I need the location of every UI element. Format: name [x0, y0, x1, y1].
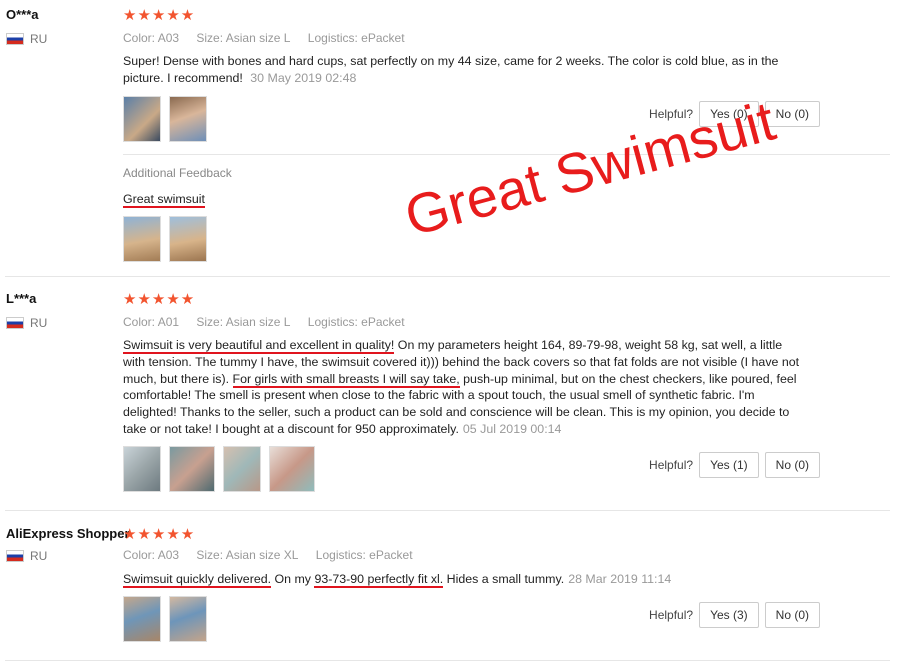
logistics-value: ePacket	[361, 315, 405, 329]
color-label: Color:	[123, 31, 156, 45]
reviewer-name: AliExpress Shopper	[6, 526, 130, 541]
helpful-no-button[interactable]: No (0)	[764, 452, 820, 478]
reviewer-name: O***a	[6, 7, 39, 22]
review-photos	[123, 446, 315, 492]
review-photo[interactable]	[169, 216, 207, 262]
review-highlight: For girls with small breasts I will say …	[232, 371, 460, 388]
russia-flag-icon	[6, 33, 24, 45]
logistics-label: Logistics:	[307, 315, 358, 329]
rating-stars: ★★★★★	[123, 7, 196, 24]
overlay-caption: Great Swimsuit	[398, 88, 782, 248]
divider	[5, 276, 890, 277]
order-meta: Color: A03 Size: Asian size L Logistics:…	[123, 31, 419, 45]
review-text: Swimsuit quickly delivered. On my 93-73-…	[123, 571, 803, 588]
review-photo[interactable]	[169, 96, 207, 142]
color-value: A01	[157, 315, 180, 329]
helpful-controls: Helpful? Yes (3) No (0)	[649, 602, 820, 628]
helpful-label: Helpful?	[649, 458, 694, 472]
review-photo[interactable]	[123, 596, 161, 642]
review-date: 30 May 2019 02:48	[250, 70, 357, 85]
helpful-yes-button[interactable]: Yes (1)	[699, 452, 759, 478]
logistics-value: ePacket	[361, 31, 405, 45]
divider	[123, 154, 890, 155]
review-photo[interactable]	[269, 446, 315, 492]
logistics-value: ePacket	[369, 548, 413, 562]
rating-stars: ★★★★★	[123, 291, 196, 308]
helpful-label: Helpful?	[649, 608, 694, 622]
size-label: Size:	[196, 548, 224, 562]
helpful-yes-button[interactable]: Yes (3)	[699, 602, 759, 628]
review-photo[interactable]	[169, 446, 215, 492]
review-body: Hides a small tummy.	[443, 572, 565, 586]
additional-feedback-body: Great swimsuit	[123, 192, 205, 208]
review-date: 05 Jul 2019 00:14	[462, 421, 562, 436]
russia-flag-icon	[6, 317, 24, 329]
review-text: Swimsuit is very beautiful and excellent…	[123, 337, 803, 438]
review-photo[interactable]	[223, 446, 261, 492]
review-photos	[123, 596, 207, 642]
order-meta: Color: A03 Size: Asian size XL Logistics…	[123, 548, 427, 562]
review-photo[interactable]	[123, 446, 161, 492]
logistics-label: Logistics:	[315, 548, 366, 562]
country-code: RU	[30, 549, 48, 563]
color-label: Color:	[123, 548, 156, 562]
review-photo[interactable]	[123, 96, 161, 142]
review-body: Super! Dense with bones and hard cups, s…	[123, 54, 779, 85]
divider	[5, 660, 890, 661]
reviewer-country: RU	[6, 549, 47, 563]
size-value: Asian size XL	[225, 548, 299, 562]
logistics-label: Logistics:	[307, 31, 358, 45]
helpful-no-button[interactable]: No (0)	[764, 602, 820, 628]
review-photos	[123, 96, 207, 142]
country-code: RU	[30, 32, 48, 46]
review-body: On my	[271, 572, 315, 586]
color-value: A03	[157, 548, 180, 562]
review-date: 28 Mar 2019 11:14	[568, 572, 672, 586]
russia-flag-icon	[6, 550, 24, 562]
order-meta: Color: A01 Size: Asian size L Logistics:…	[123, 315, 419, 329]
size-label: Size:	[196, 31, 224, 45]
reviewer-country: RU	[6, 316, 47, 330]
reviewer-country: RU	[6, 32, 47, 46]
review-photo[interactable]	[123, 216, 161, 262]
size-value: Asian size L	[225, 31, 291, 45]
review-highlight: Swimsuit quickly delivered.	[123, 572, 272, 588]
divider	[5, 510, 890, 511]
review-text: Super! Dense with bones and hard cups, s…	[123, 53, 803, 87]
review-photo[interactable]	[169, 596, 207, 642]
reviewer-name: L***a	[6, 291, 37, 306]
rating-stars: ★★★★★	[123, 526, 196, 543]
additional-feedback-title: Additional Feedback	[123, 166, 232, 180]
helpful-controls: Helpful? Yes (1) No (0)	[649, 452, 820, 478]
color-label: Color:	[123, 315, 156, 329]
size-label: Size:	[196, 315, 224, 329]
size-value: Asian size L	[225, 315, 291, 329]
review-highlight: Swimsuit is very beautiful and excellent…	[123, 338, 395, 354]
color-value: A03	[157, 31, 180, 45]
review-highlight: 93-73-90 perfectly fit xl.	[314, 572, 444, 588]
additional-photos	[123, 216, 207, 262]
country-code: RU	[30, 316, 48, 330]
